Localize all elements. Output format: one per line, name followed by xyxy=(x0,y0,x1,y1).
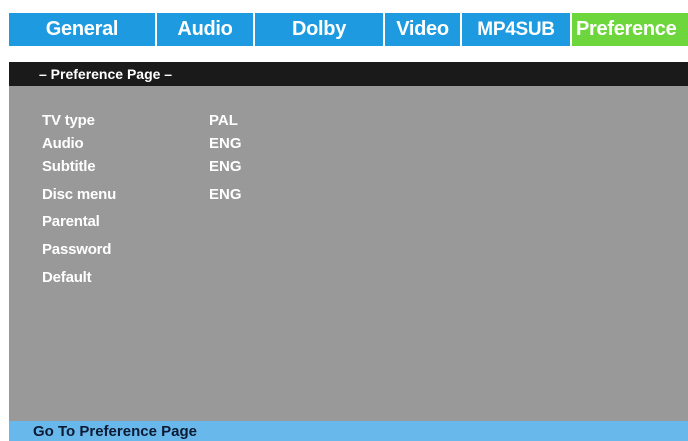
menu-item-password[interactable]: Password xyxy=(42,238,209,260)
menu-item-value: PAL xyxy=(209,111,238,129)
menu-item-label: Audio xyxy=(42,134,84,152)
page-title: – Preference Page – xyxy=(9,62,688,86)
menu-item-label: Subtitle xyxy=(42,157,96,175)
tab-audio[interactable]: Audio xyxy=(157,13,255,46)
menu-item-label: TV type xyxy=(42,111,95,129)
tab-mp4sub[interactable]: MP4SUB xyxy=(462,13,572,46)
dvd-setup-screen: General Audio Dolby Video MP4SUB Prefere… xyxy=(0,0,688,441)
menu-item-value: ENG xyxy=(209,185,242,203)
menu-item-value: ENG xyxy=(209,134,242,152)
tab-bar: General Audio Dolby Video MP4SUB Prefere… xyxy=(9,13,688,46)
menu-item-value: ENG xyxy=(209,157,242,175)
menu-item-tv-type[interactable]: TV type PAL xyxy=(42,109,238,131)
menu-item-disc-menu[interactable]: Disc menu ENG xyxy=(42,183,242,205)
tab-dolby[interactable]: Dolby xyxy=(255,13,385,46)
menu-item-label: Parental xyxy=(42,212,100,230)
tab-preference[interactable]: Preference xyxy=(572,13,688,46)
preference-menu-panel: TV type PAL Audio ENG Subtitle ENG Disc … xyxy=(9,86,688,421)
tab-general[interactable]: General xyxy=(9,13,157,46)
status-bar: Go To Preference Page xyxy=(9,421,688,441)
menu-item-parental[interactable]: Parental xyxy=(42,210,209,232)
menu-item-subtitle[interactable]: Subtitle ENG xyxy=(42,155,242,177)
menu-item-audio[interactable]: Audio ENG xyxy=(42,132,242,154)
menu-item-default[interactable]: Default xyxy=(42,266,209,288)
menu-item-label: Default xyxy=(42,268,92,286)
menu-item-label: Disc menu xyxy=(42,185,117,203)
menu-item-label: Password xyxy=(42,240,112,258)
tab-video[interactable]: Video xyxy=(385,13,462,46)
